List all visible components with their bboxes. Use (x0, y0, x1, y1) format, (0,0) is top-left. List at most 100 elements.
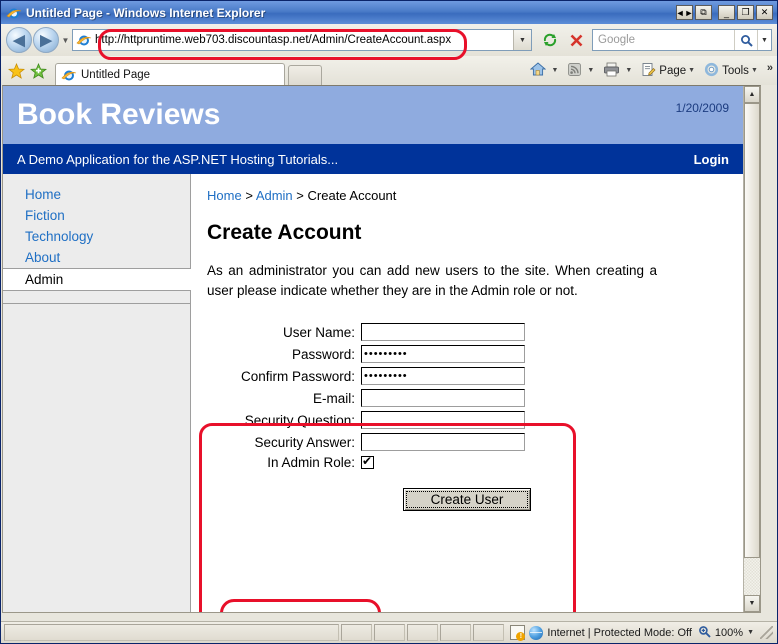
username-input[interactable] (361, 323, 525, 341)
security-zone-pane[interactable]: Internet | Protected Mode: Off (504, 624, 698, 641)
url-field[interactable]: http://httpruntime.web703.discountasp.ne… (72, 29, 532, 51)
zoom-dropdown-icon[interactable]: ▼ (747, 629, 754, 636)
back-button[interactable]: ◀ (6, 27, 32, 53)
title-bar: Untitled Page - Windows Internet Explore… (1, 1, 777, 24)
stop-button[interactable] (564, 29, 588, 52)
sidebar-item-admin[interactable]: Admin (3, 268, 191, 291)
confirm-password-label: Confirm Password: (240, 368, 355, 384)
chevron-down-icon[interactable]: ▼ (587, 67, 594, 74)
protected-mode-icon (510, 625, 526, 641)
email-label: E-mail: (312, 390, 355, 406)
search-dropdown-icon[interactable]: ▼ (757, 30, 771, 50)
scrollbar-track[interactable] (744, 103, 760, 595)
status-pane-3 (407, 624, 439, 641)
sidebar-item-about[interactable]: About (3, 247, 190, 268)
confirm-password-input[interactable] (361, 367, 525, 385)
chevron-down-icon[interactable]: ▼ (625, 67, 632, 74)
zoom-icon (698, 625, 711, 641)
tab-bar: Untitled Page ▼ ▼ ▼ Page ▼ Tools ▼ » (1, 56, 777, 85)
status-pane-2 (374, 624, 406, 641)
breadcrumb: Home > Admin > Create Account (207, 188, 721, 203)
print-button[interactable]: ▼ (601, 60, 638, 82)
internet-explorer-window: Untitled Page - Windows Internet Explore… (0, 0, 778, 644)
sidebar-navigation: Home Fiction Technology About Admin (3, 174, 191, 612)
search-icon[interactable] (734, 30, 757, 50)
add-to-favorites-icon[interactable] (27, 60, 49, 82)
form-row-password: Password: (207, 345, 721, 363)
main-content: Home > Admin > Create Account Create Acc… (191, 174, 743, 612)
sidebar-item-fiction[interactable]: Fiction (3, 205, 190, 226)
feeds-button[interactable]: ▼ (565, 60, 600, 82)
form-row-confirm-password: Confirm Password: (207, 367, 721, 385)
page-menu-label: Page (659, 64, 687, 77)
tab-label: Untitled Page (81, 68, 151, 81)
tools-menu-button[interactable]: Tools ▼ (702, 60, 764, 82)
internet-zone-globe-icon (529, 625, 544, 640)
form-row-email: E-mail: (207, 389, 721, 407)
sidebar-divider (3, 291, 190, 304)
password-input[interactable] (361, 345, 525, 363)
window-title: Untitled Page - Windows Internet Explore… (26, 5, 266, 20)
chevron-down-icon[interactable]: ▼ (551, 67, 558, 74)
restore-group-button[interactable]: ◄► (676, 5, 693, 20)
favorites-star-icon[interactable] (5, 60, 27, 82)
print-icon (603, 62, 620, 80)
forward-button[interactable]: ▶ (33, 27, 59, 53)
close-button[interactable]: ✕ (756, 5, 773, 20)
login-link[interactable]: Login (694, 152, 729, 167)
status-pane-1 (341, 624, 373, 641)
command-bar-overflow-icon[interactable]: » (767, 62, 773, 80)
search-box[interactable]: Google ▼ (592, 29, 772, 51)
restore-document-button[interactable]: ⧉ (695, 5, 712, 20)
page-description: As an administrator you can add new user… (207, 263, 657, 298)
breadcrumb-item-current: Create Account (307, 188, 397, 203)
browser-tab[interactable]: Untitled Page (55, 63, 285, 85)
page-menu-button[interactable]: Page ▼ (639, 60, 701, 82)
search-input[interactable]: Google (593, 34, 734, 46)
password-label: Password: (291, 346, 355, 362)
gear-icon (704, 62, 719, 80)
window-controls: ◄► ⧉ _ ❐ ✕ (676, 5, 775, 20)
resize-grip[interactable] (760, 626, 773, 639)
page-vertical-scrollbar[interactable]: ▲ ▼ (743, 86, 760, 612)
chevron-down-icon[interactable]: ▼ (688, 67, 695, 74)
command-bar: ▼ ▼ ▼ Page ▼ Tools ▼ » (528, 59, 773, 85)
breadcrumb-item-home[interactable]: Home (207, 188, 242, 203)
security-answer-label: Security Answer: (254, 434, 355, 450)
create-account-form: User Name: Password: Confirm Password: (207, 313, 721, 511)
zoom-control[interactable]: 100% ▼ (698, 625, 777, 641)
email-input[interactable] (361, 389, 525, 407)
sidebar-item-home[interactable]: Home (3, 184, 190, 205)
security-answer-input[interactable] (361, 433, 525, 451)
url-text[interactable]: http://httpruntime.web703.discountasp.ne… (95, 34, 513, 46)
admin-role-checkbox[interactable] (361, 454, 374, 469)
tab-favicon (61, 67, 77, 83)
breadcrumb-separator: > (296, 188, 304, 203)
address-bar: ◀ ▶ ▼ http://httpruntime.web703.discount… (1, 24, 777, 56)
page-title: Create Account (207, 221, 362, 244)
home-icon (530, 61, 547, 80)
scroll-up-button[interactable]: ▲ (744, 86, 760, 103)
new-tab-button[interactable] (288, 65, 322, 85)
site-tagline: A Demo Application for the ASP.NET Hosti… (17, 151, 339, 167)
url-dropdown-icon[interactable]: ▼ (513, 30, 531, 50)
sidebar-item-technology[interactable]: Technology (3, 226, 190, 247)
security-question-input[interactable] (361, 411, 525, 429)
form-row-security-answer: Security Answer: (207, 433, 721, 451)
page-favicon (76, 32, 92, 48)
maximize-button[interactable]: ❐ (737, 5, 754, 20)
breadcrumb-item-admin[interactable]: Admin (256, 188, 293, 203)
status-bar: Internet | Protected Mode: Off 100% ▼ (1, 621, 777, 643)
form-row-admin-role: In Admin Role: (207, 454, 721, 470)
minimize-button[interactable]: _ (718, 5, 735, 20)
scroll-down-button[interactable]: ▼ (744, 595, 760, 612)
refresh-button[interactable] (538, 29, 562, 52)
history-dropdown-icon[interactable]: ▼ (59, 36, 72, 45)
rss-feed-icon (567, 62, 582, 80)
page-viewport: Book Reviews 1/20/2009 A Demo Applicatio… (2, 85, 761, 613)
chevron-down-icon[interactable]: ▼ (751, 67, 758, 74)
create-user-button[interactable]: Create User (403, 488, 531, 511)
current-date: 1/20/2009 (675, 101, 729, 115)
home-button[interactable]: ▼ (528, 59, 564, 82)
scrollbar-thumb[interactable] (744, 103, 760, 558)
